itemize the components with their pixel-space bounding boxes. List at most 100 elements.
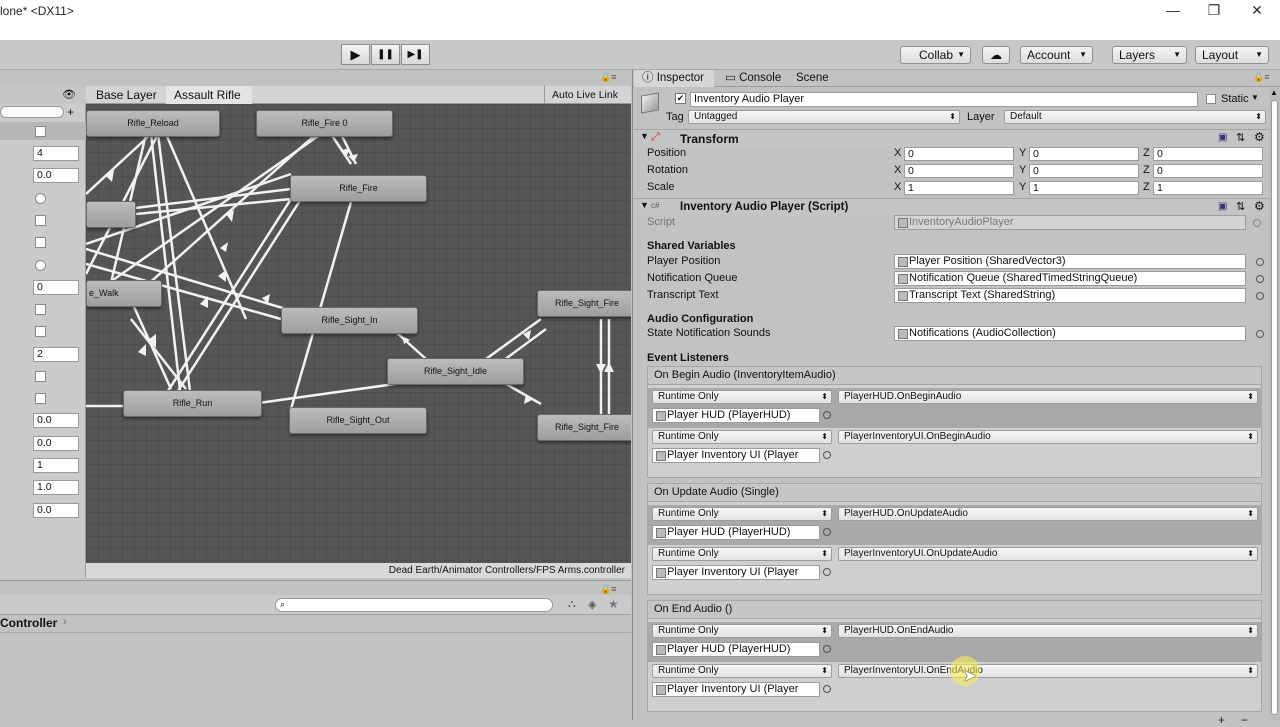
runtime-mode-dropdown[interactable]: Runtime Only — [652, 547, 832, 561]
object-picker-icon[interactable] — [823, 451, 831, 459]
gear-icon[interactable]: ⚙ — [1254, 130, 1265, 144]
breadcrumb-base-layer[interactable]: Base Layer — [88, 86, 157, 104]
inspector-scrollbar[interactable]: ▲ — [1269, 88, 1280, 720]
function-dropdown[interactable]: PlayerInventoryUI.OnEndAudio — [838, 664, 1258, 678]
param-checkbox[interactable] — [35, 371, 46, 382]
transform-header[interactable]: ▼ ⤢ Transform ▣ ⇅ ⚙ — [634, 129, 1279, 147]
minimize-button[interactable]: — — [1152, 0, 1194, 22]
layer-dropdown[interactable]: Default — [1004, 110, 1266, 124]
param-value-field[interactable]: 1 — [33, 458, 79, 473]
transform-rotation-z-field[interactable]: 0 — [1153, 164, 1263, 178]
lock-icon[interactable]: 🔒≡ — [1253, 72, 1269, 83]
listener-target-field[interactable]: Player HUD (PlayerHUD) — [652, 525, 820, 540]
listener-target-field[interactable]: Player HUD (PlayerHUD) — [652, 408, 820, 423]
preset-icon[interactable]: ⇅ — [1236, 131, 1245, 144]
tab-scene[interactable]: Scene — [796, 70, 829, 87]
param-trigger[interactable] — [35, 260, 46, 271]
param-value-field[interactable]: 1.0 — [33, 480, 79, 495]
param-checkbox[interactable] — [35, 215, 46, 226]
pause-button[interactable]: ❚❚ — [371, 44, 400, 65]
transform-scale-z-field[interactable]: 1 — [1153, 181, 1263, 195]
function-dropdown[interactable]: PlayerHUD.OnUpdateAudio — [838, 507, 1258, 521]
lock-icon[interactable]: 🔒≡ — [600, 584, 616, 595]
runtime-mode-dropdown[interactable]: Runtime Only — [652, 430, 832, 444]
runtime-mode-dropdown[interactable]: Runtime Only — [652, 624, 832, 638]
state-node[interactable]: Rifle_Sight_Out — [289, 407, 427, 434]
shared-var-field[interactable]: Transcript Text (SharedString) — [894, 288, 1246, 303]
param-checkbox[interactable] — [35, 126, 46, 137]
project-search-input[interactable]: ⌕ — [275, 598, 553, 612]
transform-rotation-x-field[interactable]: 0 — [904, 164, 1014, 178]
function-dropdown[interactable]: PlayerInventoryUI.OnBeginAudio — [838, 430, 1258, 444]
param-value-field[interactable]: 4 — [33, 146, 79, 161]
param-value-field[interactable]: 0.0 — [33, 436, 79, 451]
transform-scale-x-field[interactable]: 1 — [904, 181, 1014, 195]
foldout-arrow-icon[interactable]: ▼ — [640, 131, 649, 141]
state-node[interactable] — [86, 201, 136, 228]
object-picker-icon[interactable] — [823, 685, 831, 693]
favorite-star-icon[interactable]: ★ — [608, 597, 619, 611]
lock-icon[interactable]: 🔒≡ — [600, 72, 616, 83]
filter-label-icon[interactable]: ◈ — [588, 598, 596, 611]
state-node[interactable]: Rifle_Run — [123, 390, 262, 417]
add-listener-button[interactable]: + — [1218, 713, 1225, 727]
object-picker-icon[interactable] — [1256, 258, 1264, 266]
runtime-mode-dropdown[interactable]: Runtime Only — [652, 390, 832, 404]
function-dropdown[interactable]: PlayerHUD.OnBeginAudio — [838, 390, 1258, 404]
param-search-input[interactable] — [0, 106, 64, 118]
chevron-down-icon[interactable]: ▼ — [1251, 93, 1259, 102]
state-node[interactable]: Rifle_Sight_Fire — [537, 414, 631, 441]
foldout-arrow-icon[interactable]: ▼ — [640, 200, 649, 210]
param-trigger[interactable] — [35, 193, 46, 204]
state-notification-sounds-field[interactable]: Notifications (AudioCollection) — [894, 326, 1246, 341]
play-button[interactable]: ▶ — [341, 44, 370, 65]
state-node[interactable]: Rifle_Fire — [290, 175, 427, 202]
object-picker-icon[interactable] — [823, 568, 831, 576]
listener-target-field[interactable]: Player Inventory UI (Player — [652, 565, 820, 580]
cloud-button[interactable]: ☁ — [982, 46, 1010, 64]
breadcrumb-assault-rifle[interactable]: Assault Rifle — [166, 86, 252, 104]
listener-target-field[interactable]: Player HUD (PlayerHUD) — [652, 642, 820, 657]
animator-graph[interactable]: Rifle_Reload Rifle_Fire 0 Rifle_Fire e_W… — [86, 104, 631, 578]
state-node[interactable]: Rifle_Sight_Fire — [537, 290, 631, 317]
param-value-field[interactable]: 0.0 — [33, 503, 79, 518]
transform-position-z-field[interactable]: 0 — [1153, 147, 1263, 161]
tag-dropdown[interactable]: Untagged — [688, 110, 960, 124]
add-param-icon[interactable]: + — [67, 105, 74, 119]
tab-console[interactable]: ▭ Console — [725, 70, 781, 87]
object-name-input[interactable]: Inventory Audio Player — [690, 92, 1198, 107]
layers-button[interactable]: Layers ▼ — [1112, 46, 1187, 64]
param-value-field[interactable]: 0.0 — [33, 413, 79, 428]
step-button[interactable]: ▶❚ — [401, 44, 430, 65]
state-node[interactable]: Rifle_Reload — [86, 110, 220, 137]
transform-rotation-y-field[interactable]: 0 — [1029, 164, 1139, 178]
runtime-mode-dropdown[interactable]: Runtime Only — [652, 507, 832, 521]
object-picker-icon[interactable] — [823, 411, 831, 419]
shared-var-field[interactable]: Player Position (SharedVector3) — [894, 254, 1246, 269]
scroll-up-icon[interactable]: ▲ — [1270, 88, 1278, 97]
param-value-field[interactable]: 0 — [33, 280, 79, 295]
state-node[interactable]: Rifle_Sight_In — [281, 307, 418, 334]
param-checkbox[interactable] — [35, 393, 46, 404]
runtime-mode-dropdown[interactable]: Runtime Only — [652, 664, 832, 678]
param-value-field[interactable]: 0.0 — [33, 168, 79, 183]
restore-button[interactable]: ❐ — [1193, 0, 1235, 22]
active-checkbox[interactable]: ✔ — [675, 93, 686, 104]
object-picker-icon[interactable] — [1256, 275, 1264, 283]
transform-position-x-field[interactable]: 0 — [904, 147, 1014, 161]
layout-button[interactable]: Layout ▼ — [1195, 46, 1269, 64]
state-node[interactable]: Rifle_Fire 0 — [256, 110, 393, 137]
help-icon[interactable]: ▣ — [1218, 132, 1227, 143]
object-picker-icon[interactable] — [1256, 292, 1264, 300]
shared-var-field[interactable]: Notification Queue (SharedTimedStringQue… — [894, 271, 1246, 286]
close-button[interactable]: ✕ — [1236, 0, 1278, 22]
preset-icon[interactable]: ⇅ — [1236, 200, 1245, 213]
filter-type-icon[interactable]: ⛬ — [568, 598, 576, 611]
eye-icon[interactable]: 👁 — [62, 88, 76, 101]
function-dropdown[interactable]: PlayerInventoryUI.OnUpdateAudio — [838, 547, 1258, 561]
object-picker-icon[interactable] — [823, 528, 831, 536]
account-button[interactable]: Account ▼ — [1020, 46, 1093, 64]
object-picker-icon[interactable] — [823, 645, 831, 653]
static-checkbox[interactable] — [1206, 94, 1216, 104]
remove-listener-button[interactable]: − — [1241, 713, 1248, 727]
